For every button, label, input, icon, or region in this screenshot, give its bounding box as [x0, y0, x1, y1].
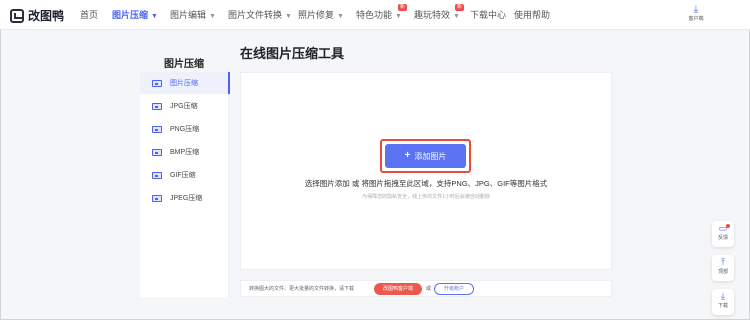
chevron-down-icon: ▼	[285, 13, 292, 20]
png-icon	[152, 125, 162, 133]
sidebar-item-label: GIF压缩	[170, 172, 196, 179]
sidebar-item-label: 图片压缩	[170, 80, 198, 87]
sidebar-item-label: PNG压缩	[170, 126, 200, 133]
app-logo[interactable]: 改图鸭	[10, 7, 64, 24]
new-badge: 新	[398, 4, 408, 11]
chevron-down-icon: ▼	[337, 13, 344, 20]
client-download-button[interactable]: ⤓ 客户端	[683, 4, 709, 23]
sidebar: 图片压缩 JPG压缩 PNG压缩 BMP压缩 GIF压缩 JPEG压缩	[140, 72, 230, 297]
back-to-top-button[interactable]: ⤒ 顶部	[712, 255, 734, 281]
sidebar-item-png[interactable]: PNG压缩	[140, 118, 229, 140]
download-tool-label: 下载	[717, 303, 728, 309]
client-download-promo-button[interactable]: 改图鸭客户端	[374, 283, 422, 295]
nav-fun-effects[interactable]: 趣玩特效 ▼	[414, 0, 460, 30]
chevron-down-icon: ▼	[151, 13, 158, 20]
promo-text: 转换图大的文件、更大批量的文件转换，请下载	[249, 286, 355, 292]
nav-featured[interactable]: 特色功能 ▼	[356, 0, 402, 30]
back-to-top-label: 顶部	[717, 269, 728, 275]
upgrade-account-button[interactable]: 升级账户	[434, 283, 474, 295]
sidebar-item-bmp[interactable]: BMP压缩	[140, 141, 229, 163]
nav-image-compress[interactable]: 图片压缩 ▼	[112, 0, 158, 30]
app-name: 改图鸭	[28, 9, 65, 23]
sidebar-item-gif[interactable]: GIF压缩	[140, 164, 229, 186]
download-icon: ⤓	[721, 291, 725, 301]
chevron-down-icon: ▼	[209, 13, 216, 20]
sidebar-title: 图片压缩	[164, 59, 204, 70]
gif-icon	[152, 171, 162, 179]
notification-dot	[726, 224, 730, 228]
sidebar-item-label: JPG压缩	[170, 103, 198, 110]
nav-image-edit[interactable]: 图片编辑 ▼	[170, 0, 216, 30]
page-title: 在线图片压缩工具	[240, 46, 345, 61]
sidebar-item-image-compress[interactable]: 图片压缩	[140, 72, 230, 94]
download-tool-button[interactable]: ⤓ 下载	[712, 289, 734, 315]
nav-help[interactable]: 使用帮助	[514, 0, 550, 30]
new-badge: 新	[455, 4, 465, 11]
image-icon	[152, 79, 162, 87]
sidebar-item-label: BMP压缩	[170, 149, 200, 156]
nav-download-center[interactable]: 下载中心	[470, 0, 506, 30]
promo-or-text: 或	[426, 286, 432, 292]
client-download-label: 客户端	[688, 16, 704, 22]
feedback-button[interactable]: ▭ 反馈	[712, 221, 734, 247]
sidebar-item-jpeg[interactable]: JPEG压缩	[140, 187, 229, 209]
back-to-top-icon: ⤒	[721, 257, 725, 267]
top-navbar: 改图鸭 首页 图片压缩 ▼ 图片编辑 ▼ 图片文件转换 ▼ 照片修复 ▼ 特色功能 ▼ 新…	[0, 0, 750, 30]
bmp-icon	[152, 148, 162, 156]
upload-hint: 选择图片添加 或 将图片拖拽至此区域，支持PNG、JPG、GIF等图片格式	[304, 179, 548, 188]
download-icon: ⤓	[693, 4, 699, 15]
feedback-icon: ▭	[718, 223, 728, 233]
add-image-button[interactable]: + 添加图片	[385, 144, 466, 168]
plus-icon: +	[404, 150, 411, 161]
sidebar-item-jpg[interactable]: JPG压缩	[140, 95, 229, 117]
jpg-icon	[152, 102, 162, 110]
nav-home[interactable]: 首页	[80, 0, 98, 30]
download-promo-bar: 转换图大的文件、更大批量的文件转换，请下载 改图鸭客户端 或 升级账户	[240, 280, 612, 297]
nav-file-convert[interactable]: 图片文件转换 ▼	[228, 0, 292, 30]
feedback-label: 反馈	[717, 235, 728, 241]
privacy-note: 为保障您的隐私安全，线上传的文件1小时后会被自动删除	[362, 194, 490, 200]
add-image-label: 添加图片	[414, 151, 447, 161]
sidebar-item-label: JPEG压缩	[170, 195, 203, 202]
jpeg-icon	[152, 194, 162, 202]
logo-icon	[10, 8, 24, 23]
nav-photo-repair[interactable]: 照片修复 ▼	[298, 0, 344, 30]
